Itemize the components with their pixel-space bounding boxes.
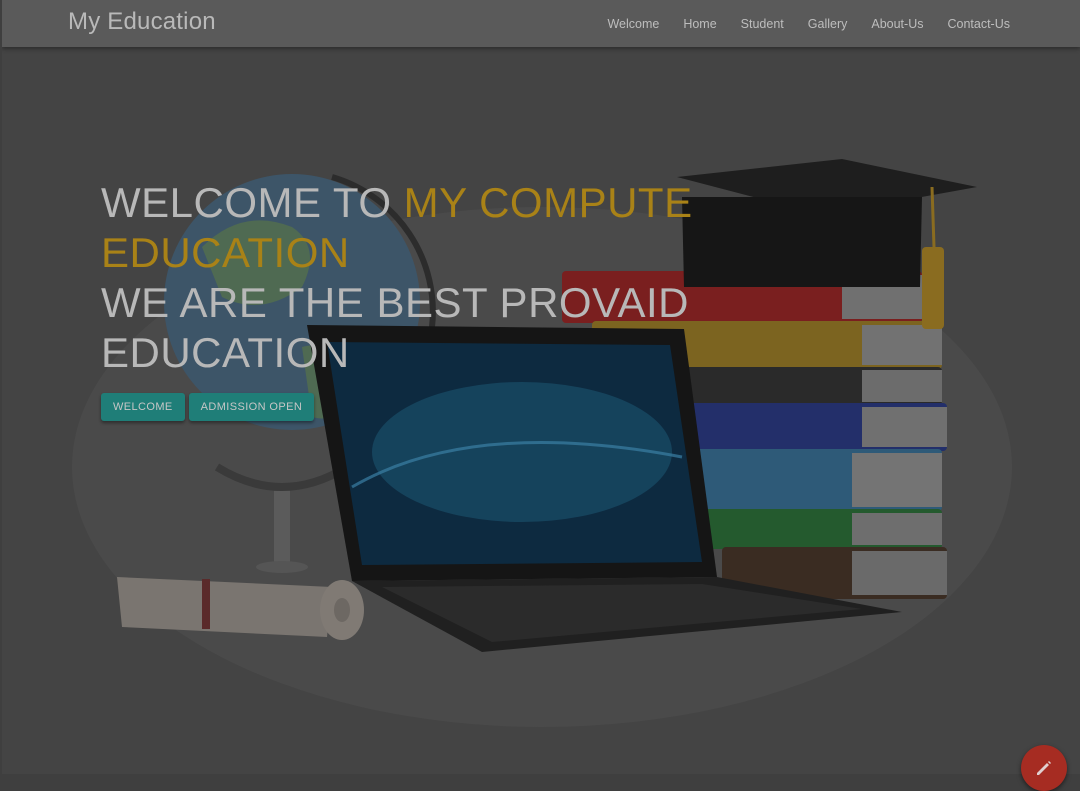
welcome-button[interactable]: WELCOME	[101, 393, 185, 421]
brand-logo-link[interactable]: My Education	[68, 8, 216, 36]
nav-links: Welcome Home Student Gallery About-Us Co…	[583, 0, 1010, 47]
nav-link-welcome[interactable]: Welcome	[607, 17, 659, 31]
pencil-icon	[1037, 761, 1051, 775]
nav-link-about-us[interactable]: About-Us	[871, 17, 923, 31]
edit-fab-button[interactable]	[1021, 745, 1067, 791]
hero-line2: WE ARE THE BEST PROVAID EDUCATION	[101, 279, 689, 376]
nav-link-student[interactable]: Student	[741, 17, 784, 31]
top-navbar: My Education Welcome Home Student Galler…	[2, 0, 1080, 47]
hero-heading: WELCOME TO MY COMPUTE EDUCATION WE ARE T…	[101, 178, 721, 378]
hero-buttons: WELCOME ADMISSION OPEN	[101, 393, 318, 421]
hero-line1-plain: WELCOME TO	[101, 179, 404, 226]
nav-link-gallery[interactable]: Gallery	[808, 17, 848, 31]
nav-link-contact-us[interactable]: Contact-Us	[947, 17, 1010, 31]
nav-link-home[interactable]: Home	[683, 17, 716, 31]
admission-open-button[interactable]: ADMISSION OPEN	[188, 393, 315, 421]
page: My Education Welcome Home Student Galler…	[2, 0, 1080, 774]
